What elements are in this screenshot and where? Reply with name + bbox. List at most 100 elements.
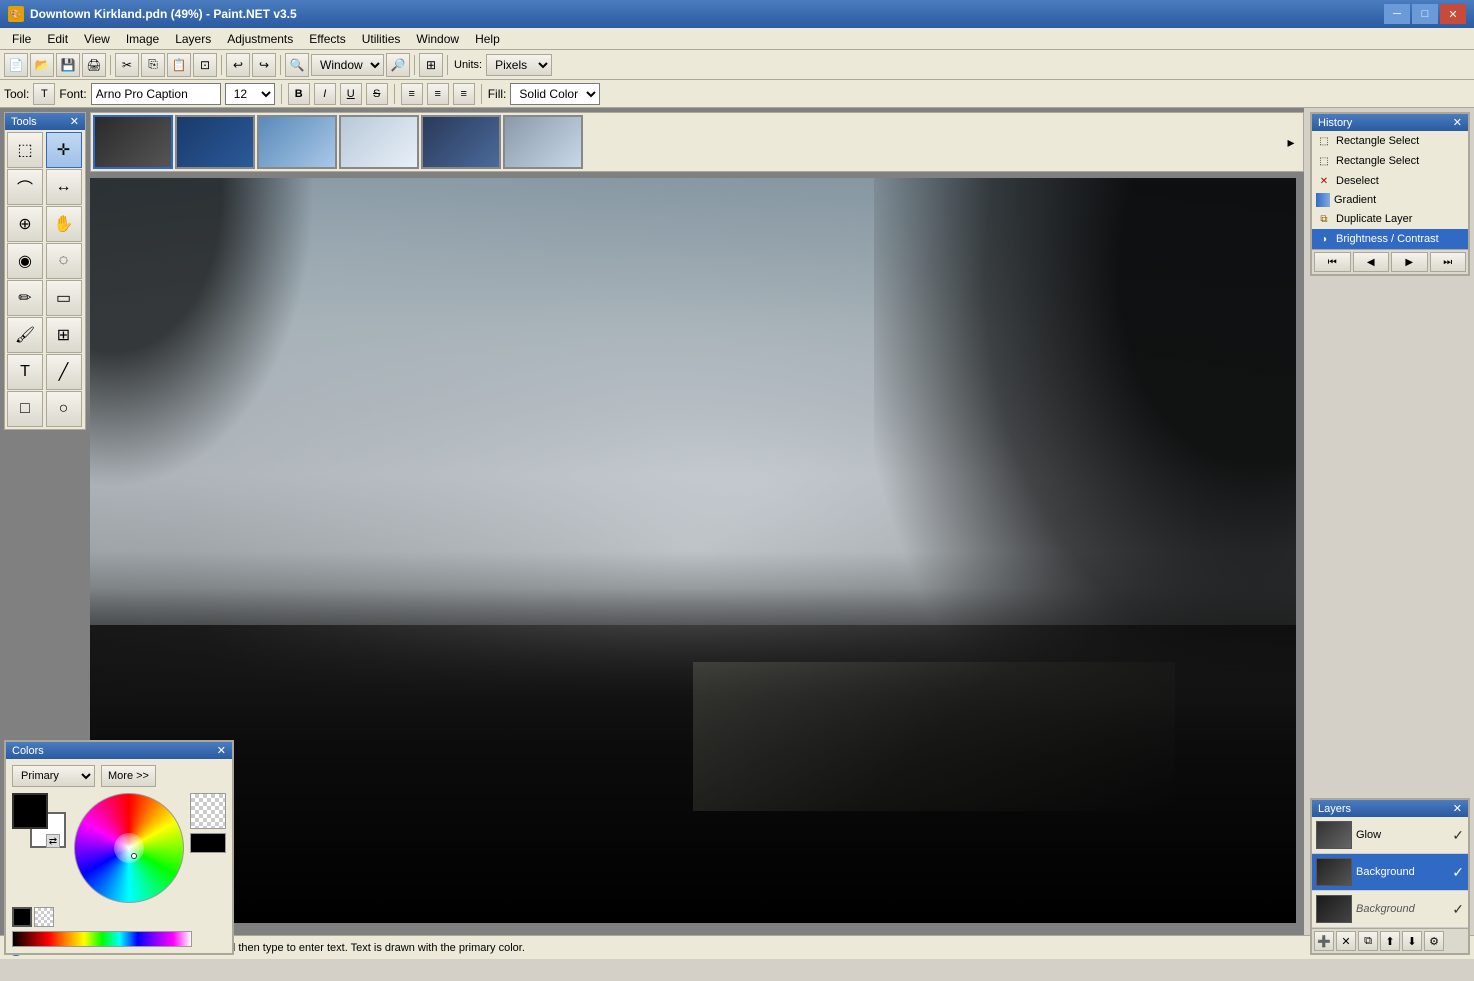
move-selection-tool[interactable]: ↔ (46, 169, 82, 205)
menu-effects[interactable]: Effects (301, 29, 353, 49)
lasso-tool[interactable]: ⌒ (7, 169, 43, 205)
text-tool[interactable]: T (7, 354, 43, 390)
menu-adjustments[interactable]: Adjustments (219, 29, 301, 49)
thumbnail-expand-button[interactable]: ▸ (1281, 134, 1301, 151)
print-button[interactable]: 🖨 (82, 53, 106, 77)
history-first-button[interactable]: ⏮ (1314, 252, 1351, 272)
pan-tool[interactable]: ✋ (46, 206, 82, 242)
clone-stamp-tool[interactable]: ⊞ (46, 317, 82, 353)
history-prev-button[interactable]: ◀ (1353, 252, 1390, 272)
layer-item-glow[interactable]: Glow ✓ (1312, 817, 1468, 854)
bold-button[interactable]: B (288, 83, 310, 105)
layer-item-background-italic[interactable]: Background ✓ (1312, 891, 1468, 928)
align-right-button[interactable]: ≡ (453, 83, 475, 105)
font-input[interactable] (91, 83, 221, 105)
menu-utilities[interactable]: Utilities (354, 29, 409, 49)
ellipse-tool[interactable]: ○ (46, 391, 82, 427)
history-item-deselect[interactable]: ✕ Deselect (1312, 171, 1468, 191)
copy-button[interactable]: ⎘ (141, 53, 165, 77)
colors-panel-header[interactable]: Colors ✕ (6, 742, 232, 759)
colors-close-icon[interactable]: ✕ (217, 744, 226, 757)
layer-item-background[interactable]: Background ✓ (1312, 854, 1468, 891)
minimize-button[interactable]: ─ (1384, 4, 1410, 24)
menu-edit[interactable]: Edit (39, 29, 76, 49)
layer-down-button[interactable]: ⬇ (1402, 931, 1422, 951)
layer-delete-button[interactable]: ✕ (1336, 931, 1356, 951)
history-next-button[interactable]: ▶ (1391, 252, 1428, 272)
history-last-button[interactable]: ⏭ (1430, 252, 1467, 272)
thumbnail-2[interactable] (175, 115, 255, 169)
units-dropdown[interactable]: Pixels Inches cm (486, 54, 552, 76)
move-tool[interactable]: ✛ (46, 132, 82, 168)
font-size-select[interactable]: 12 14 16 (225, 83, 275, 105)
open-button[interactable]: 📂 (30, 53, 54, 77)
align-center-button[interactable]: ≡ (427, 83, 449, 105)
thumbnail-1[interactable] (93, 115, 173, 169)
zoom-in-button[interactable]: 🔎 (386, 53, 410, 77)
strikethrough-button[interactable]: S (366, 83, 388, 105)
pencil-tool[interactable]: ✏ (7, 280, 43, 316)
grid-button[interactable]: ⊞ (419, 53, 443, 77)
swatch-swap-icon[interactable]: ⇄ (46, 834, 60, 848)
cut-button[interactable]: ✂ (115, 53, 139, 77)
history-item-gradient[interactable]: Gradient (1312, 191, 1468, 209)
rectangle-select-tool[interactable]: ⬚ (7, 132, 43, 168)
paste-button[interactable]: 📋 (167, 53, 191, 77)
crop-button[interactable]: ⊡ (193, 53, 217, 77)
align-left-button[interactable]: ≡ (401, 83, 423, 105)
layers-close-icon[interactable]: ✕ (1453, 802, 1462, 815)
menu-view[interactable]: View (76, 29, 118, 49)
italic-button[interactable]: I (314, 83, 336, 105)
primary-swatch[interactable] (12, 907, 32, 927)
history-item-brightness[interactable]: ◑ Brightness / Contrast (1312, 229, 1468, 249)
maximize-button[interactable]: □ (1412, 4, 1438, 24)
history-item-rectangle-select-2[interactable]: ⬚ Rectangle Select (1312, 151, 1468, 171)
history-item-duplicate-layer[interactable]: ⧉ Duplicate Layer (1312, 209, 1468, 229)
paintbrush-tool[interactable]: 🖌 (7, 317, 43, 353)
layer-duplicate-button[interactable]: ⧉ (1358, 931, 1378, 951)
menu-file[interactable]: File (4, 29, 39, 49)
layer-add-button[interactable]: ➕ (1314, 931, 1334, 951)
color-wheel[interactable] (74, 793, 184, 903)
save-button[interactable]: 💾 (56, 53, 80, 77)
window-dropdown[interactable]: Window 50% 100% (311, 54, 384, 76)
layer-properties-button[interactable]: ⚙ (1424, 931, 1444, 951)
paint-bucket-tool[interactable]: ◉ (7, 243, 43, 279)
menu-help[interactable]: Help (467, 29, 508, 49)
zoom-tool[interactable]: ⊕ (7, 206, 43, 242)
color-palette-strip[interactable] (12, 931, 192, 947)
zoom-out-button[interactable]: 🔍 (285, 53, 309, 77)
line-tool[interactable]: ╱ (46, 354, 82, 390)
menu-layers[interactable]: Layers (167, 29, 219, 49)
thumbnail-6[interactable] (503, 115, 583, 169)
layer-check-background-italic[interactable]: ✓ (1452, 901, 1464, 918)
history-panel-header[interactable]: History ✕ (1312, 114, 1468, 131)
history-item-rectangle-select-1[interactable]: ⬚ Rectangle Select (1312, 131, 1468, 151)
menu-image[interactable]: Image (118, 29, 167, 49)
layer-check-background[interactable]: ✓ (1452, 864, 1464, 881)
underline-button[interactable]: U (340, 83, 362, 105)
foreground-color-swatch[interactable] (12, 793, 48, 829)
thumbnail-5[interactable] (421, 115, 501, 169)
fill-select[interactable]: Solid Color Gradient (510, 83, 600, 105)
history-close-icon[interactable]: ✕ (1453, 116, 1462, 129)
more-colors-button[interactable]: More >> (101, 765, 156, 787)
layers-panel-header[interactable]: Layers ✕ (1312, 800, 1468, 817)
close-button[interactable]: ✕ (1440, 4, 1466, 24)
layer-up-button[interactable]: ⬆ (1380, 931, 1400, 951)
secondary-swatch[interactable] (34, 907, 54, 927)
redo-button[interactable]: ↪ (252, 53, 276, 77)
new-button[interactable]: 📄 (4, 53, 28, 77)
layer-check-glow[interactable]: ✓ (1452, 827, 1464, 844)
tool-icon-button[interactable]: T (33, 83, 55, 105)
menu-window[interactable]: Window (408, 29, 467, 49)
thumbnail-3[interactable] (257, 115, 337, 169)
eraser-tool[interactable]: ▭ (46, 280, 82, 316)
color-picker-tool[interactable]: ◌ (46, 243, 82, 279)
thumbnail-4[interactable] (339, 115, 419, 169)
undo-button[interactable]: ↩ (226, 53, 250, 77)
tools-panel-header[interactable]: Tools ✕ (5, 113, 85, 130)
rectangle-shape-tool[interactable]: □ (7, 391, 43, 427)
transparency-swatch[interactable] (190, 793, 226, 829)
image-canvas[interactable] (90, 178, 1296, 923)
